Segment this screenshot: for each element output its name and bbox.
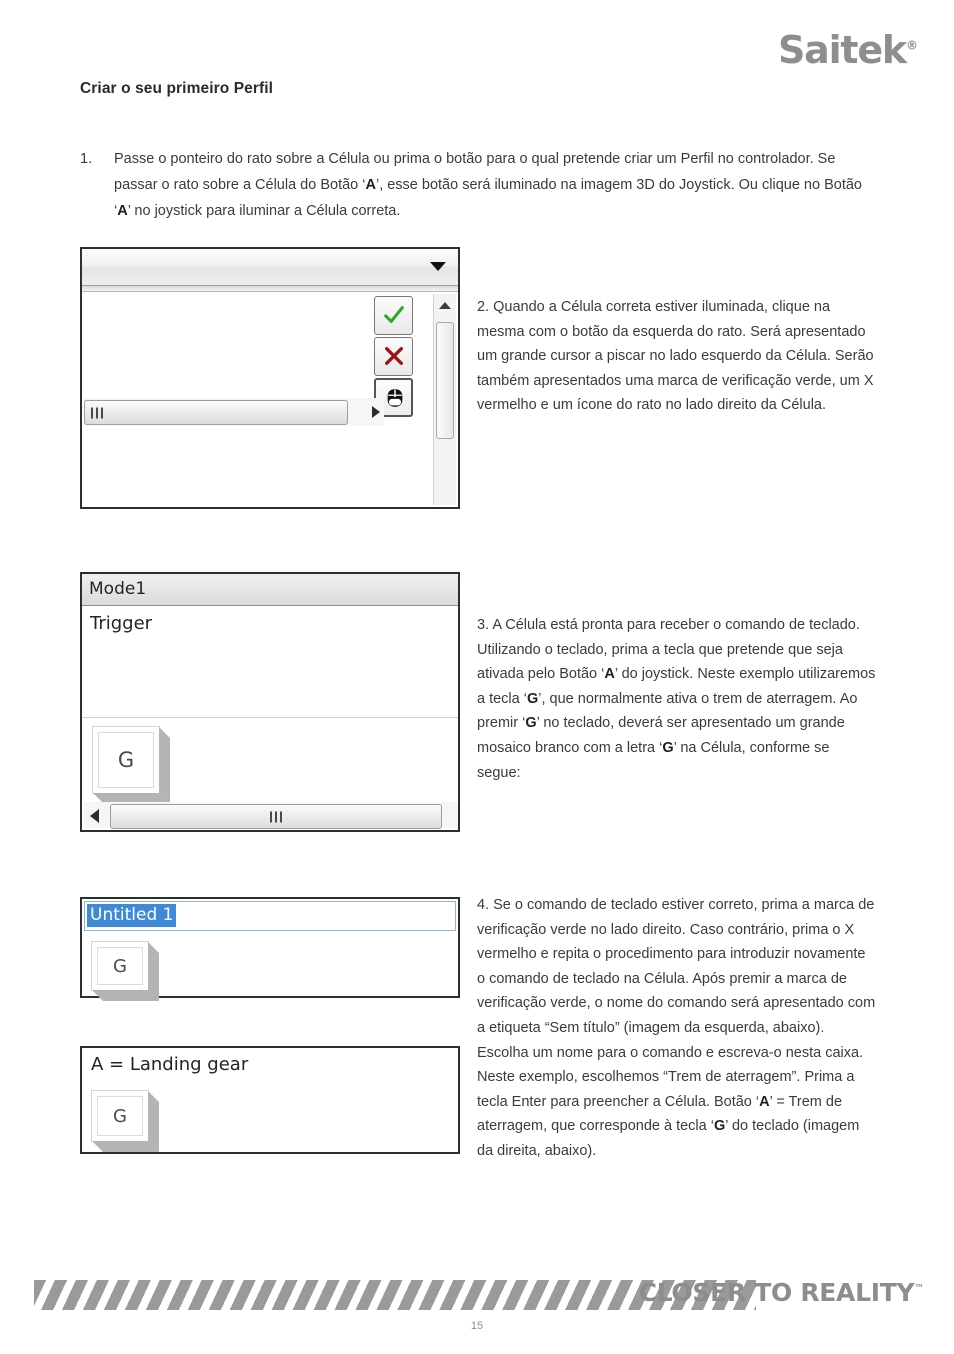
key-tile-letter: G: [98, 732, 154, 788]
check-icon: [384, 306, 404, 323]
screenshot-panel-untitled: Untitled 1 G: [80, 897, 460, 1001]
step-2-text: 2. Quando a Célula correta estiver ilumi…: [477, 299, 874, 414]
step4-seg1: 4. Se o comando de teclado estiver corre…: [477, 897, 876, 1110]
page-number: 15: [470, 1320, 484, 1332]
key-tile-letter: G: [97, 1096, 143, 1136]
vertical-scrollbar-thumb[interactable]: [436, 322, 454, 439]
chevron-down-icon: [430, 262, 446, 271]
tile-bevel-right: [159, 727, 170, 804]
tile-bevel-bottom: [92, 1141, 159, 1152]
x-icon: [385, 347, 403, 365]
step3-key-g-3: G: [662, 739, 674, 756]
saitek-logo: Saitek®: [778, 28, 918, 72]
step1-seg3: ’ no joystick para iluminar a Célula cor…: [127, 203, 401, 219]
step-1-text: Passe o ponteiro do rato sobre a Célula …: [114, 146, 880, 224]
screenshot-panel-mode1: Mode1 Trigger G: [80, 572, 460, 832]
step-3-text: 3. A Célula está pronta para receber o c…: [477, 613, 877, 785]
vertical-scrollbar[interactable]: [433, 294, 456, 505]
step1-key-a-1: A: [365, 177, 376, 193]
step3-key-g-1: G: [526, 690, 539, 707]
key-tile-g[interactable]: G: [92, 726, 170, 804]
scroll-left-arrow-icon[interactable]: [90, 809, 99, 823]
horizontal-scrollbar[interactable]: [84, 802, 458, 829]
brand-name: Saitek: [777, 28, 907, 72]
mode-header-label: Mode1: [89, 579, 147, 599]
scrollbar-thumb[interactable]: [110, 804, 442, 829]
command-name-input[interactable]: Untitled 1: [84, 901, 456, 931]
tile-bevel-bottom: [92, 990, 159, 1001]
scrollbar-grip-icon: [270, 811, 282, 822]
step-1: 1. Passe o ponteiro do rato sobre a Célu…: [80, 146, 880, 224]
scroll-up-arrow-icon[interactable]: [439, 302, 451, 309]
footer-tagline: CLOSER TO REALITY™: [638, 1278, 925, 1307]
trademark-mark: ™: [914, 1283, 924, 1295]
screenshot-panel-landing-gear: A = Landing gear G: [80, 1046, 460, 1154]
key-tile-g[interactable]: G: [91, 941, 159, 1001]
horizontal-scrollbar[interactable]: [84, 398, 384, 426]
command-name-label: A = Landing gear: [91, 1054, 249, 1075]
cell-canvas[interactable]: [82, 292, 458, 507]
scrollbar-thumb[interactable]: [84, 400, 348, 425]
mouse-icon: [387, 389, 403, 407]
mode-header-bar[interactable]: Mode1: [82, 574, 458, 606]
step-4-text: 4. Se o comando de teclado estiver corre…: [477, 893, 877, 1164]
command-name-value: Untitled 1: [87, 904, 177, 927]
step4-key-a: A: [759, 1093, 770, 1110]
scroll-right-arrow-icon[interactable]: [372, 406, 380, 418]
footer-tagline-text: CLOSER TO REALITY: [638, 1278, 915, 1307]
trigger-cell[interactable]: Trigger: [82, 607, 458, 718]
key-tile-g[interactable]: G: [91, 1090, 159, 1152]
step3-key-g-2: G: [525, 715, 537, 732]
screenshot-panel-cell-editor: [80, 247, 460, 509]
page-title: Criar o seu primeiro Perfil: [80, 80, 274, 97]
cancel-button[interactable]: [374, 337, 413, 376]
key-tile-letter: G: [97, 947, 143, 985]
trigger-label: Trigger: [90, 613, 153, 634]
step4-key-g: G: [713, 1118, 726, 1135]
mode-dropdown[interactable]: [82, 249, 458, 286]
accept-button[interactable]: [374, 296, 413, 335]
step3-key-a: A: [604, 666, 615, 683]
scrollbar-grip-icon: [91, 407, 103, 418]
step1-key-a-2: A: [117, 203, 128, 219]
registered-mark: ®: [906, 38, 918, 53]
step-1-number: 1.: [80, 151, 93, 167]
